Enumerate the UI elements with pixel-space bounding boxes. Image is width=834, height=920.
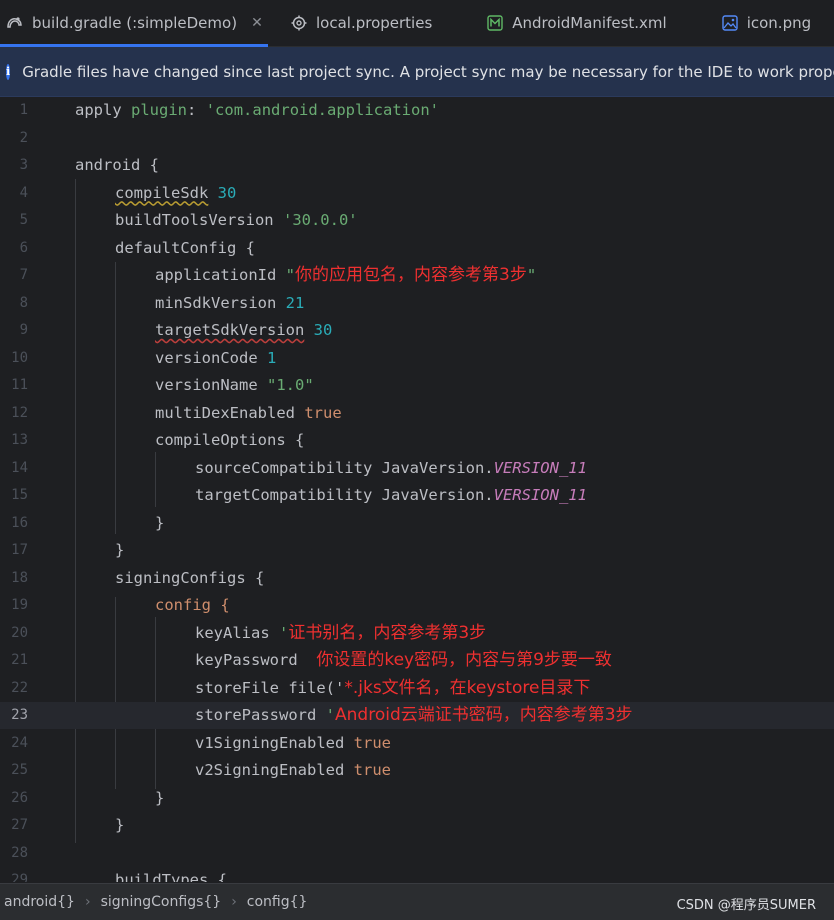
tab-label: AndroidManifest.xml	[512, 14, 667, 32]
chevron-right-icon: ›	[84, 894, 91, 910]
chevron-right-icon: ›	[231, 894, 237, 910]
tab-android-manifest[interactable]: AndroidManifest.xml	[486, 0, 667, 46]
code-line: 29 buildTypes {	[11, 871, 227, 882]
code-line: 19 config {	[11, 596, 230, 614]
watermark: CSDN @程序员SUMER	[676, 898, 816, 913]
code-line: 3 android {	[19, 156, 159, 174]
annotation-text: 证书别名，内容参考第3步	[288, 622, 487, 643]
tab-icon-png[interactable]: icon.png	[721, 0, 811, 46]
breadcrumb-android[interactable]: android{}	[4, 894, 75, 910]
code-line: 18 signingConfigs {	[11, 568, 265, 587]
gradle-sync-banner: i Gradle files have changed since last p…	[0, 47, 834, 97]
breadcrumb-bar: android{} › signingConfigs{} › config{} …	[0, 883, 834, 920]
code-line: 25 v2SigningEnabled true	[11, 761, 391, 779]
code-line: 5 buildToolsVersion '30.0.0'	[19, 211, 358, 229]
code-line: 20 keyAlias '证书别名，内容参考第3步	[11, 622, 487, 643]
code-line: 13 compileOptions {	[11, 431, 305, 449]
tab-build-gradle[interactable]: build.gradle (:simpleDemo) ✕	[0, 0, 268, 47]
code-line: 24 v1SigningEnabled true	[11, 733, 391, 752]
code-line: 12 multiDexEnabled true	[11, 403, 342, 422]
code-line: 10 versionCode 1	[11, 348, 277, 367]
annotation-text: 你设置的key密码，内容与第9步要一致	[316, 650, 612, 670]
code-line: 26}	[11, 788, 165, 807]
editor-tab-bar: build.gradle (:simpleDemo) ✕ local.prope…	[0, 0, 834, 47]
tab-local-properties[interactable]: local.properties	[290, 0, 432, 46]
code-line: 1 apply plugin: 'com.android.application'	[19, 101, 439, 119]
code-line: 16}	[11, 513, 165, 532]
breadcrumb-config[interactable]: config{}	[247, 894, 308, 910]
code-line: 8 minSdkVersion 21	[19, 293, 305, 312]
code-line: 17}	[11, 541, 125, 559]
code-line: 15 targetCompatibility JavaVersion.VERSIO…	[11, 486, 587, 504]
code-line: 14 sourceCompatibility JavaVersion.VERSIO…	[11, 458, 587, 477]
breadcrumb-signing-configs[interactable]: signingConfigs{}	[101, 894, 222, 910]
code-line: 4 compileSdk 30	[19, 183, 237, 202]
tab-label: build.gradle (:simpleDemo)	[32, 14, 238, 32]
code-line: 27}	[11, 816, 125, 834]
code-line: 2	[19, 129, 28, 146]
code-line: 6 defaultConfig {	[19, 238, 255, 257]
annotation-text: *.jks文件名，在keystore目录下	[344, 677, 591, 698]
code-line: 11 versionName "1.0"	[11, 376, 314, 394]
banner-text: Gradle files have changed since last pro…	[22, 62, 834, 81]
code-line: 28	[11, 844, 28, 861]
code-line: 9 targetSdkVersion 30	[19, 321, 333, 339]
info-icon: i	[6, 63, 11, 80]
tab-label: icon.png	[746, 14, 812, 32]
image-icon	[721, 14, 739, 32]
annotation-text: Android云端证书密码，内容参考第3步	[335, 705, 633, 725]
current-code-line: 23 storePassword 'Android云端证书密码，内容参考第3步	[0, 702, 834, 729]
close-icon[interactable]: ✕	[251, 15, 263, 31]
android-manifest-icon	[486, 14, 504, 32]
gradle-icon	[6, 14, 24, 32]
annotation-text: 你的应用包名，内容参考第3步	[295, 265, 527, 285]
code-line: 21 keyPassword 你设置的key密码，内容与第9步要一致	[11, 650, 612, 670]
code-line: 7 applicationId "你的应用包名，内容参考第3步"	[19, 265, 537, 285]
code-editor[interactable]: 1 apply plugin: 'com.android.application'…	[0, 97, 834, 882]
gear-icon	[290, 14, 308, 32]
code-line: 22 storeFile file('*.jks文件名，在keystore目录下	[11, 677, 591, 698]
tab-label: local.properties	[316, 14, 433, 32]
